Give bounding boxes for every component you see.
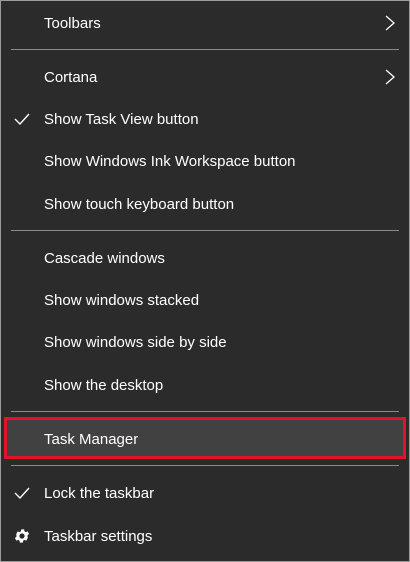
menu-item-show-task-view-button[interactable]: Show Task View button <box>1 99 409 139</box>
menu-item-label: Lock the taskbar <box>44 484 155 502</box>
menu-item-cascade-windows[interactable]: Cascade windows <box>1 238 409 278</box>
menu-separator <box>11 230 399 231</box>
menu-item-label: Toolbars <box>44 14 101 32</box>
menu-item-show-windows-side-by-side[interactable]: Show windows side by side <box>1 322 409 362</box>
menu-item-label: Show windows side by side <box>44 333 227 351</box>
chevron-right-icon <box>385 15 395 31</box>
menu-item-label: Show touch keyboard button <box>44 195 235 213</box>
menu-separator <box>11 49 399 50</box>
chevron-right-icon <box>385 69 395 85</box>
menu-item-show-touch-keyboard-button[interactable]: Show touch keyboard button <box>1 184 409 224</box>
gear-icon <box>14 529 30 543</box>
menu-item-lock-the-taskbar[interactable]: Lock the taskbar <box>1 473 409 513</box>
menu-separator <box>11 465 399 466</box>
menu-item-label: Task Manager <box>44 430 139 448</box>
menu-item-show-windows-stacked[interactable]: Show windows stacked <box>1 280 409 320</box>
menu-item-task-manager[interactable]: Task Manager <box>1 419 409 459</box>
menu-item-label: Cortana <box>44 68 98 86</box>
menu-item-label: Show windows stacked <box>44 291 200 309</box>
menu-item-label: Cascade windows <box>44 249 165 267</box>
menu-item-label: Show Task View button <box>44 110 199 128</box>
checkmark-icon <box>14 113 30 126</box>
menu-item-show-windows-ink-workspace-button[interactable]: Show Windows Ink Workspace button <box>1 141 409 181</box>
menu-item-toolbars[interactable]: Toolbars <box>1 3 409 43</box>
menu-item-taskbar-settings[interactable]: Taskbar settings <box>1 516 409 556</box>
taskbar-context-menu: Toolbars Cortana Show Task View button S… <box>0 0 410 562</box>
menu-separator <box>11 411 399 412</box>
menu-item-label: Show Windows Ink Workspace button <box>44 152 296 170</box>
menu-item-label: Show the desktop <box>44 376 164 394</box>
checkmark-icon <box>14 487 30 500</box>
menu-item-cortana[interactable]: Cortana <box>1 57 409 97</box>
menu-item-label: Taskbar settings <box>44 527 153 545</box>
menu-item-show-the-desktop[interactable]: Show the desktop <box>1 365 409 405</box>
